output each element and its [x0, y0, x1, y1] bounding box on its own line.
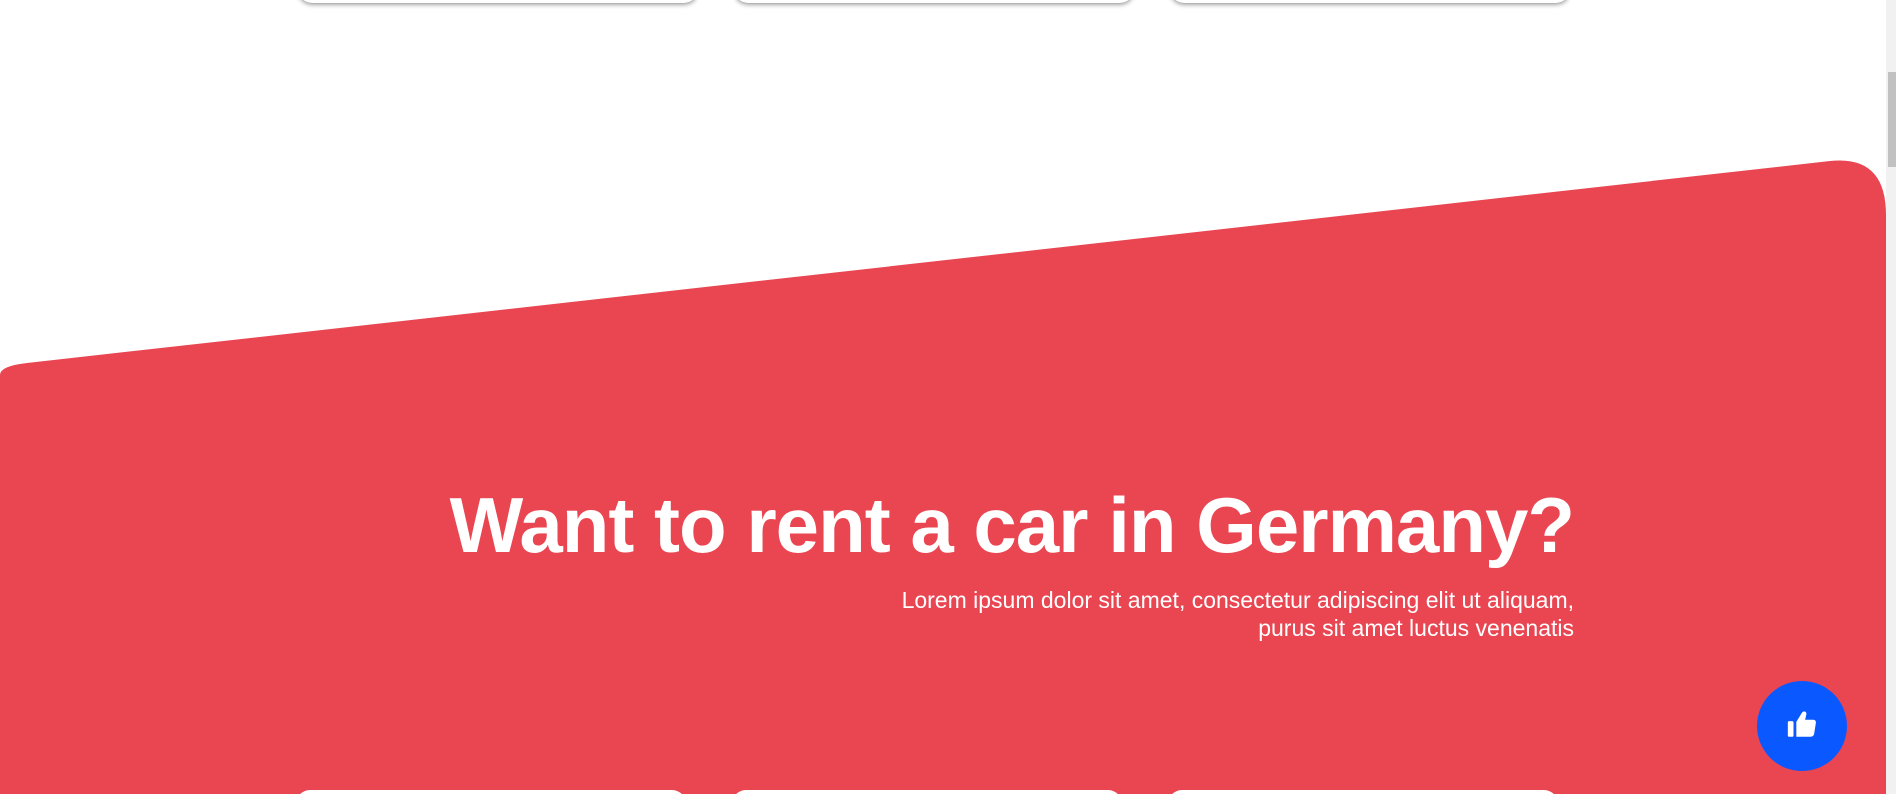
page-viewport: Want to rent a car in Germany? Lorem ips… [0, 0, 1896, 794]
thumbs-up-icon [1785, 707, 1819, 746]
next-card-2[interactable] [732, 790, 1122, 794]
next-card-3[interactable] [1168, 790, 1558, 794]
like-button[interactable] [1757, 681, 1847, 771]
scrollbar-thumb[interactable] [1888, 72, 1896, 167]
promo-subtitle: Lorem ipsum dolor sit amet, consectetur … [901, 587, 1574, 641]
promo-title: Want to rent a car in Germany? [449, 481, 1575, 569]
promo-background-band [0, 160, 1886, 794]
next-card-1[interactable] [296, 790, 686, 794]
